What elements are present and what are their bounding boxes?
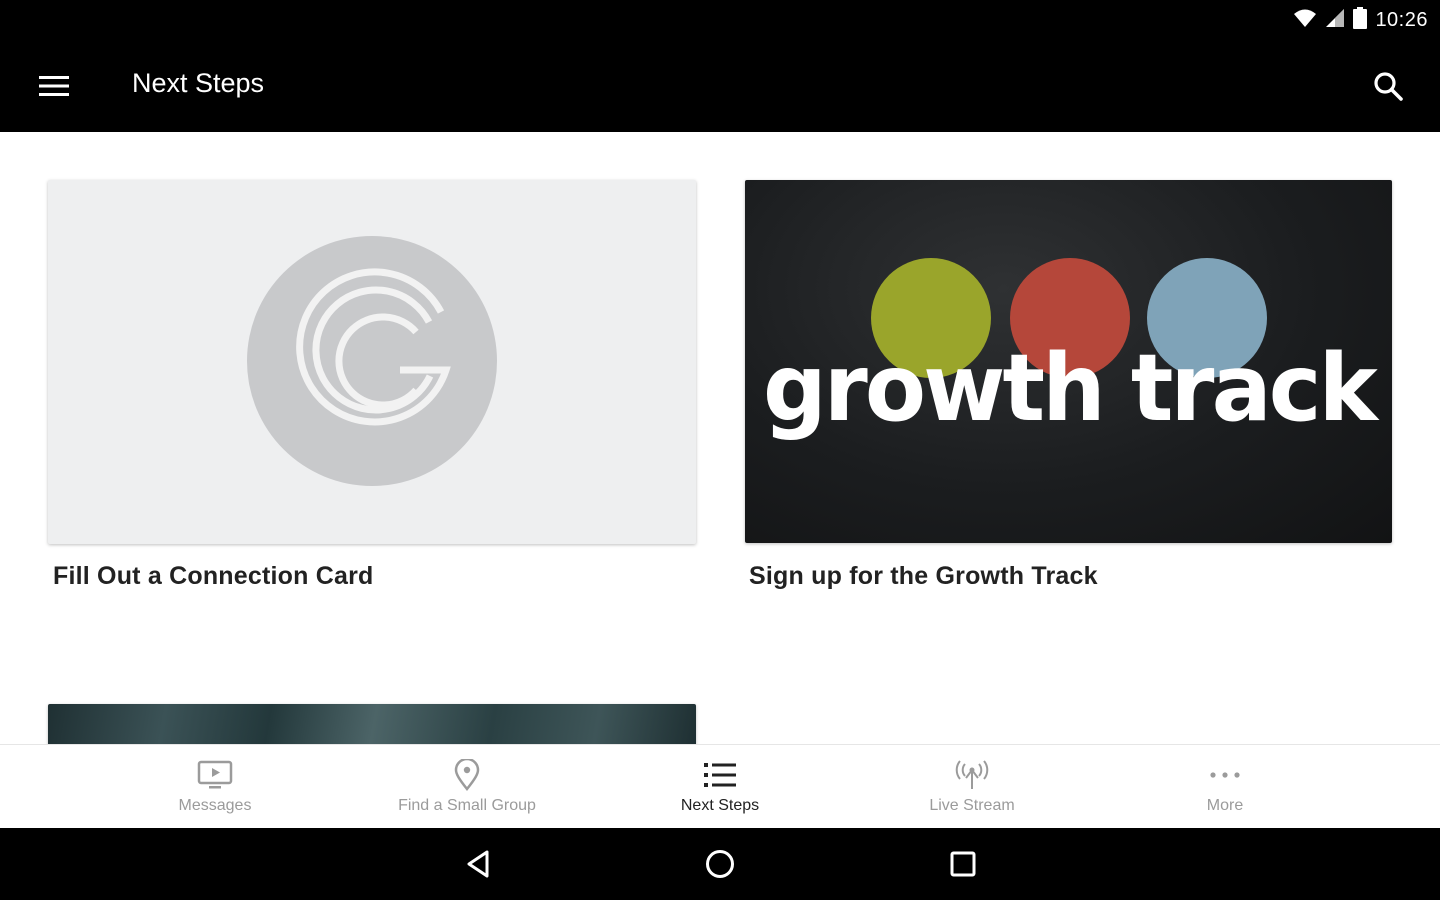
connection-card[interactable]: Fill Out a Connection Card [48, 180, 696, 590]
nav-next-steps[interactable]: Next Steps [620, 745, 820, 829]
status-time: 10:26 [1375, 8, 1428, 31]
nav-label: Messages [178, 797, 252, 814]
church-logo-icon [247, 236, 497, 486]
search-icon[interactable] [1364, 62, 1412, 110]
nav-find-small-group[interactable]: Find a Small Group [367, 745, 567, 829]
card-image: growth track [745, 180, 1392, 543]
more-dots-icon [1209, 759, 1241, 791]
card-label: Sign up for the Growth Track [749, 562, 1098, 590]
system-nav-bar [0, 828, 1440, 900]
status-bar: 10:26 [0, 0, 1440, 40]
nav-label: Next Steps [680, 797, 760, 814]
tv-play-icon [197, 759, 233, 791]
nav-more[interactable]: More [1125, 745, 1325, 829]
nav-messages[interactable]: Messages [115, 745, 315, 829]
wifi-icon [1293, 8, 1317, 33]
list-icon [703, 759, 737, 791]
card-image [48, 180, 696, 544]
growth-track-graphic: growth track [763, 258, 1383, 442]
growth-track-card[interactable]: growth track Sign up for the Growth Trac… [745, 180, 1392, 590]
broadcast-icon [955, 759, 989, 791]
battery-icon [1353, 6, 1368, 34]
content-area: Fill Out a Connection Card growth track … [0, 132, 1440, 744]
nav-label: More [1206, 797, 1244, 814]
home-icon[interactable] [700, 846, 740, 882]
page-title: Next Steps [132, 68, 265, 98]
card-image [48, 704, 696, 744]
card-label: Fill Out a Connection Card [53, 562, 374, 590]
signal-icon [1325, 8, 1345, 33]
nav-live-stream[interactable]: Live Stream [872, 745, 1072, 829]
map-pin-icon [453, 759, 481, 791]
recents-icon[interactable] [943, 846, 983, 882]
nav-label: Live Stream [929, 797, 1015, 814]
growth-track-text: growth track [763, 334, 1380, 442]
status-icons: 10:26 [1293, 6, 1428, 34]
hamburger-menu-icon[interactable] [30, 66, 78, 106]
back-icon[interactable] [458, 846, 498, 882]
bottom-navigation: Messages Find a Small Group Next Steps L… [0, 744, 1440, 828]
ocean-card[interactable] [48, 704, 696, 744]
nav-label: Find a Small Group [398, 797, 536, 814]
app-bar: Next Steps [0, 40, 1440, 132]
